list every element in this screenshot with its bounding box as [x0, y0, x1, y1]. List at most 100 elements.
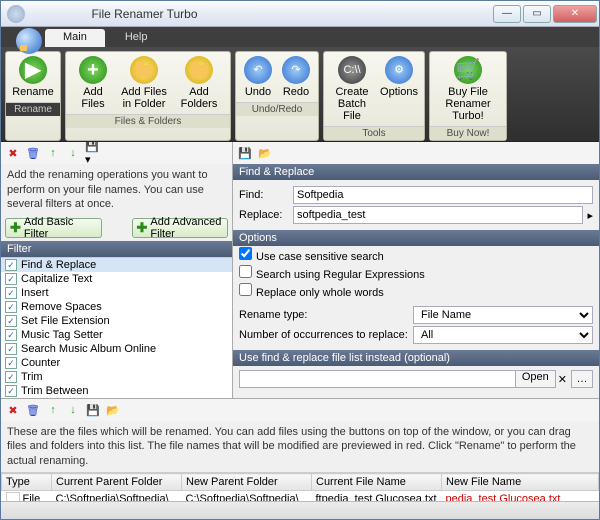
filelist-more-button[interactable]: …: [571, 370, 593, 388]
filter-label: Search Music Album Online: [21, 343, 156, 355]
opt-regex-row: Search using Regular Expressions: [233, 264, 599, 282]
filter-label: Counter: [21, 357, 60, 369]
rename-type-label: Rename type:: [239, 309, 409, 321]
rename-type-select[interactable]: File Name: [413, 306, 593, 324]
filter-list[interactable]: ✓Find & Replace✓Capitalize Text✓Insert✓R…: [1, 257, 232, 398]
tab-main[interactable]: Main: [45, 29, 105, 47]
filter-checkbox[interactable]: ✓: [5, 357, 17, 369]
filter-row[interactable]: ✓Set File Extension: [1, 314, 232, 328]
filter-row[interactable]: ✓ Counter: [1, 356, 232, 370]
app-menu-icon[interactable]: [16, 28, 42, 54]
window-title: File Renamer Turbo: [29, 7, 260, 21]
ribbon-group-buy: 🛒Buy File Renamer Turbo! Buy Now!: [429, 51, 507, 141]
ribbon-group-label-tools: Tools: [324, 126, 424, 140]
delete-filter-icon[interactable]: ✖: [5, 145, 21, 161]
filter-checkbox[interactable]: ✓: [5, 385, 17, 397]
file-icon: [6, 492, 20, 501]
replace-input[interactable]: [293, 206, 583, 224]
file-down-icon[interactable]: ↓: [65, 402, 81, 418]
rename-button[interactable]: ▶Rename: [10, 54, 56, 100]
filter-checkbox[interactable]: ✓: [5, 329, 17, 341]
save-filters-icon[interactable]: 💾▾: [85, 145, 101, 161]
filter-checkbox[interactable]: ✓: [5, 343, 17, 355]
options-button[interactable]: ⚙Options: [378, 54, 420, 124]
add-folders-button[interactable]: Add Folders: [172, 54, 226, 112]
close-button[interactable]: ✕: [553, 5, 597, 23]
add-basic-filter-button[interactable]: ✚Add Basic Filter: [5, 218, 102, 238]
plus-icon: ✚: [10, 220, 21, 236]
col-cur-folder[interactable]: Current Parent Folder: [52, 474, 182, 491]
add-advanced-filter-button[interactable]: ✚Add Advanced Filter: [132, 218, 229, 238]
occurrences-select[interactable]: All: [413, 326, 593, 344]
ribbon-group-label-files: Files & Folders: [66, 114, 230, 128]
filter-checkbox[interactable]: ✓: [5, 287, 17, 299]
create-batch-button[interactable]: C:\\Create Batch File: [328, 54, 376, 124]
filter-row[interactable]: ✓ Trim Between: [1, 384, 232, 398]
filter-checkbox[interactable]: ✓: [5, 371, 17, 383]
ribbon-group-undo: ↶Undo ↷Redo Undo/Redo: [235, 51, 319, 141]
options-header: Options: [233, 230, 599, 246]
replace-dropdown-icon[interactable]: ▸: [587, 209, 593, 222]
top-split: ✖ 🗑 ↑ ↓ 💾▾ Add the renaming operations y…: [1, 142, 599, 399]
plus-icon: ✚: [137, 220, 148, 236]
filter-checkbox[interactable]: ✓: [5, 273, 17, 285]
save-settings-icon[interactable]: 💾: [237, 145, 253, 161]
filelist-clear-icon[interactable]: ✕: [558, 373, 567, 386]
filter-checkbox[interactable]: ✓: [5, 315, 17, 327]
opt-regex-checkbox[interactable]: [239, 265, 252, 278]
col-cur-name[interactable]: Current File Name: [312, 474, 442, 491]
filter-checkbox[interactable]: ✓: [5, 301, 17, 313]
filter-row[interactable]: ✓ Search Music Album Online: [1, 342, 232, 356]
filter-row[interactable]: ✓Capitalize Text: [1, 272, 232, 286]
filelist-open-button[interactable]: Open: [516, 370, 556, 388]
add-files-button[interactable]: +Add Files: [70, 54, 116, 112]
minimize-button[interactable]: —: [493, 5, 521, 23]
col-new-folder[interactable]: New Parent Folder: [182, 474, 312, 491]
settings-toolbar: 💾 📂: [233, 142, 599, 164]
filter-checkbox[interactable]: ✓: [5, 259, 17, 271]
maximize-button[interactable]: ▭: [523, 5, 551, 23]
filter-label: Remove Spaces: [21, 301, 102, 313]
buy-button[interactable]: 🛒Buy File Renamer Turbo!: [434, 54, 502, 124]
move-up-icon[interactable]: ↑: [45, 145, 61, 161]
filter-row[interactable]: ✓ Remove Spaces: [1, 300, 232, 314]
add-files-in-folder-icon: [130, 56, 158, 84]
filter-row[interactable]: ✓Music Tag Setter: [1, 328, 232, 342]
opt-case-row: Use case sensitive search: [233, 246, 599, 264]
open-settings-icon[interactable]: 📂: [257, 145, 273, 161]
filter-row[interactable]: ✓ Trim: [1, 370, 232, 384]
opt-regex-label: Search using Regular Expressions: [256, 269, 425, 281]
col-new-name[interactable]: New File Name: [442, 474, 599, 491]
filter-label: Trim: [21, 371, 43, 383]
add-files-in-folder-button[interactable]: Add Files in Folder: [118, 54, 170, 112]
filter-row[interactable]: ✓Find & Replace: [1, 258, 232, 272]
rename-icon: ▶: [19, 56, 47, 84]
col-type[interactable]: Type: [2, 474, 52, 491]
filter-row[interactable]: ✓ Insert: [1, 286, 232, 300]
opt-whole-label: Replace only whole words: [256, 287, 384, 299]
files-table[interactable]: Type Current Parent Folder New Parent Fo…: [1, 472, 599, 501]
filelist-header: Use find & replace file list instead (op…: [233, 350, 599, 366]
opt-whole-checkbox[interactable]: [239, 283, 252, 296]
remove-file-icon[interactable]: ✖: [5, 402, 21, 418]
redo-button[interactable]: ↷Redo: [278, 54, 314, 100]
filter-label: Trim Between: [21, 385, 88, 397]
tab-help[interactable]: Help: [107, 29, 166, 47]
options-icon: ⚙: [385, 56, 413, 84]
table-row[interactable]: FileC:\Softpedia\Softpedia\C:\Softpedia\…: [2, 491, 599, 501]
files-pane: ✖ 🗑 ↑ ↓ 💾 📂 These are the files which wi…: [1, 399, 599, 501]
add-files-icon: +: [79, 56, 107, 84]
opt-case-checkbox[interactable]: [239, 247, 252, 260]
replace-label: Replace:: [239, 209, 289, 221]
occurrences-row: Number of occurrences to replace: All: [239, 326, 593, 344]
move-down-icon[interactable]: ↓: [65, 145, 81, 161]
filelist-input[interactable]: [239, 370, 516, 388]
file-up-icon[interactable]: ↑: [45, 402, 61, 418]
open-list-icon[interactable]: 📂: [105, 402, 121, 418]
find-input[interactable]: [293, 186, 593, 204]
recycle-icon[interactable]: 🗑: [25, 145, 41, 161]
save-list-icon[interactable]: 💾: [85, 402, 101, 418]
filter-label: Insert: [21, 287, 49, 299]
clear-files-icon[interactable]: 🗑: [25, 402, 41, 418]
undo-button[interactable]: ↶Undo: [240, 54, 276, 100]
